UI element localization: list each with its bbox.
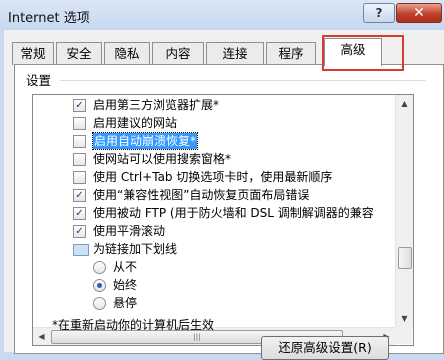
window-title: Internet 选项 bbox=[8, 11, 90, 26]
tab-security[interactable]: 安全 bbox=[56, 42, 102, 65]
folder-icon bbox=[73, 244, 89, 256]
setting-label: 使用 Ctrl+Tab 切换选项卡时，使用最新顺序 bbox=[93, 170, 333, 184]
setting-label: 为链接加下划线 bbox=[93, 242, 178, 256]
setting-label: 使网站可以使用搜索窗格* bbox=[93, 152, 232, 166]
restore-advanced-settings-button[interactable]: 还原高级设置(R) bbox=[261, 336, 389, 360]
setting-label: 启用第三方浏览器扩展* bbox=[93, 98, 220, 112]
tab-content[interactable]: 内容 bbox=[152, 42, 204, 65]
setting-label: 使用“兼容性视图”自动恢复页面布局错误 bbox=[93, 188, 310, 202]
scroll-up-icon[interactable]: ▲ bbox=[396, 95, 413, 112]
radio-label: 从不 bbox=[113, 260, 138, 274]
checkbox[interactable]: ✓ bbox=[73, 207, 86, 220]
tab-programs[interactable]: 程序 bbox=[266, 42, 316, 65]
checkbox[interactable] bbox=[73, 135, 86, 148]
setting-label: 使用被动 FTP (用于防火墙和 DSL 调制解调器的兼容 bbox=[93, 206, 374, 220]
tab-general[interactable]: 常规 bbox=[12, 42, 54, 65]
title-bar: Internet 选项 ? ✕ bbox=[0, 0, 444, 30]
tab-connections[interactable]: 连接 bbox=[206, 42, 264, 65]
tab-privacy[interactable]: 隐私 bbox=[104, 42, 150, 65]
checkbox[interactable]: ✓ bbox=[73, 225, 86, 238]
scroll-left-icon[interactable]: ◀ bbox=[33, 328, 50, 345]
checkbox[interactable]: ✓ bbox=[73, 99, 86, 112]
scroll-down-icon[interactable]: ▼ bbox=[396, 310, 413, 327]
vertical-scroll-thumb[interactable] bbox=[398, 247, 412, 269]
help-button[interactable]: ? bbox=[363, 3, 395, 23]
checkbox[interactable] bbox=[73, 153, 86, 166]
dialog-body: 常规 安全 隐私 内容 连接 程序 高级 设置 ✓ 启用第三方浏览器扩展* 启用… bbox=[4, 30, 444, 360]
radio-button[interactable] bbox=[93, 261, 106, 274]
checkbox[interactable] bbox=[73, 117, 86, 130]
settings-group-label: 设置 bbox=[26, 73, 52, 88]
setting-label: 启用自动崩溃恢复* bbox=[91, 132, 199, 150]
radio-button[interactable] bbox=[93, 297, 106, 310]
setting-label: 使用平滑滚动 bbox=[93, 224, 166, 238]
close-button[interactable]: ✕ bbox=[396, 3, 442, 23]
radio-label: 始终 bbox=[113, 278, 138, 292]
settings-list-viewport: ✓ 启用第三方浏览器扩展* 启用建议的网站 启用自动崩溃恢复* 使网站可以使用搜… bbox=[33, 95, 395, 327]
radio-label: 悬停 bbox=[113, 296, 138, 310]
radio-button[interactable] bbox=[93, 279, 106, 292]
tab-highlight-annotation bbox=[322, 35, 404, 71]
restart-note: *在重新启动你的计算机后生效 bbox=[52, 318, 215, 332]
settings-list[interactable]: ✓ 启用第三方浏览器扩展* 启用建议的网站 启用自动崩溃恢复* 使网站可以使用搜… bbox=[32, 94, 414, 346]
checkbox[interactable] bbox=[73, 171, 86, 184]
setting-label: 启用建议的网站 bbox=[93, 116, 178, 130]
vertical-scrollbar[interactable]: ▲ ▼ bbox=[395, 95, 413, 327]
group-divider bbox=[60, 80, 426, 81]
scrollbar-corner bbox=[395, 327, 412, 344]
checkbox[interactable]: ✓ bbox=[73, 189, 86, 202]
